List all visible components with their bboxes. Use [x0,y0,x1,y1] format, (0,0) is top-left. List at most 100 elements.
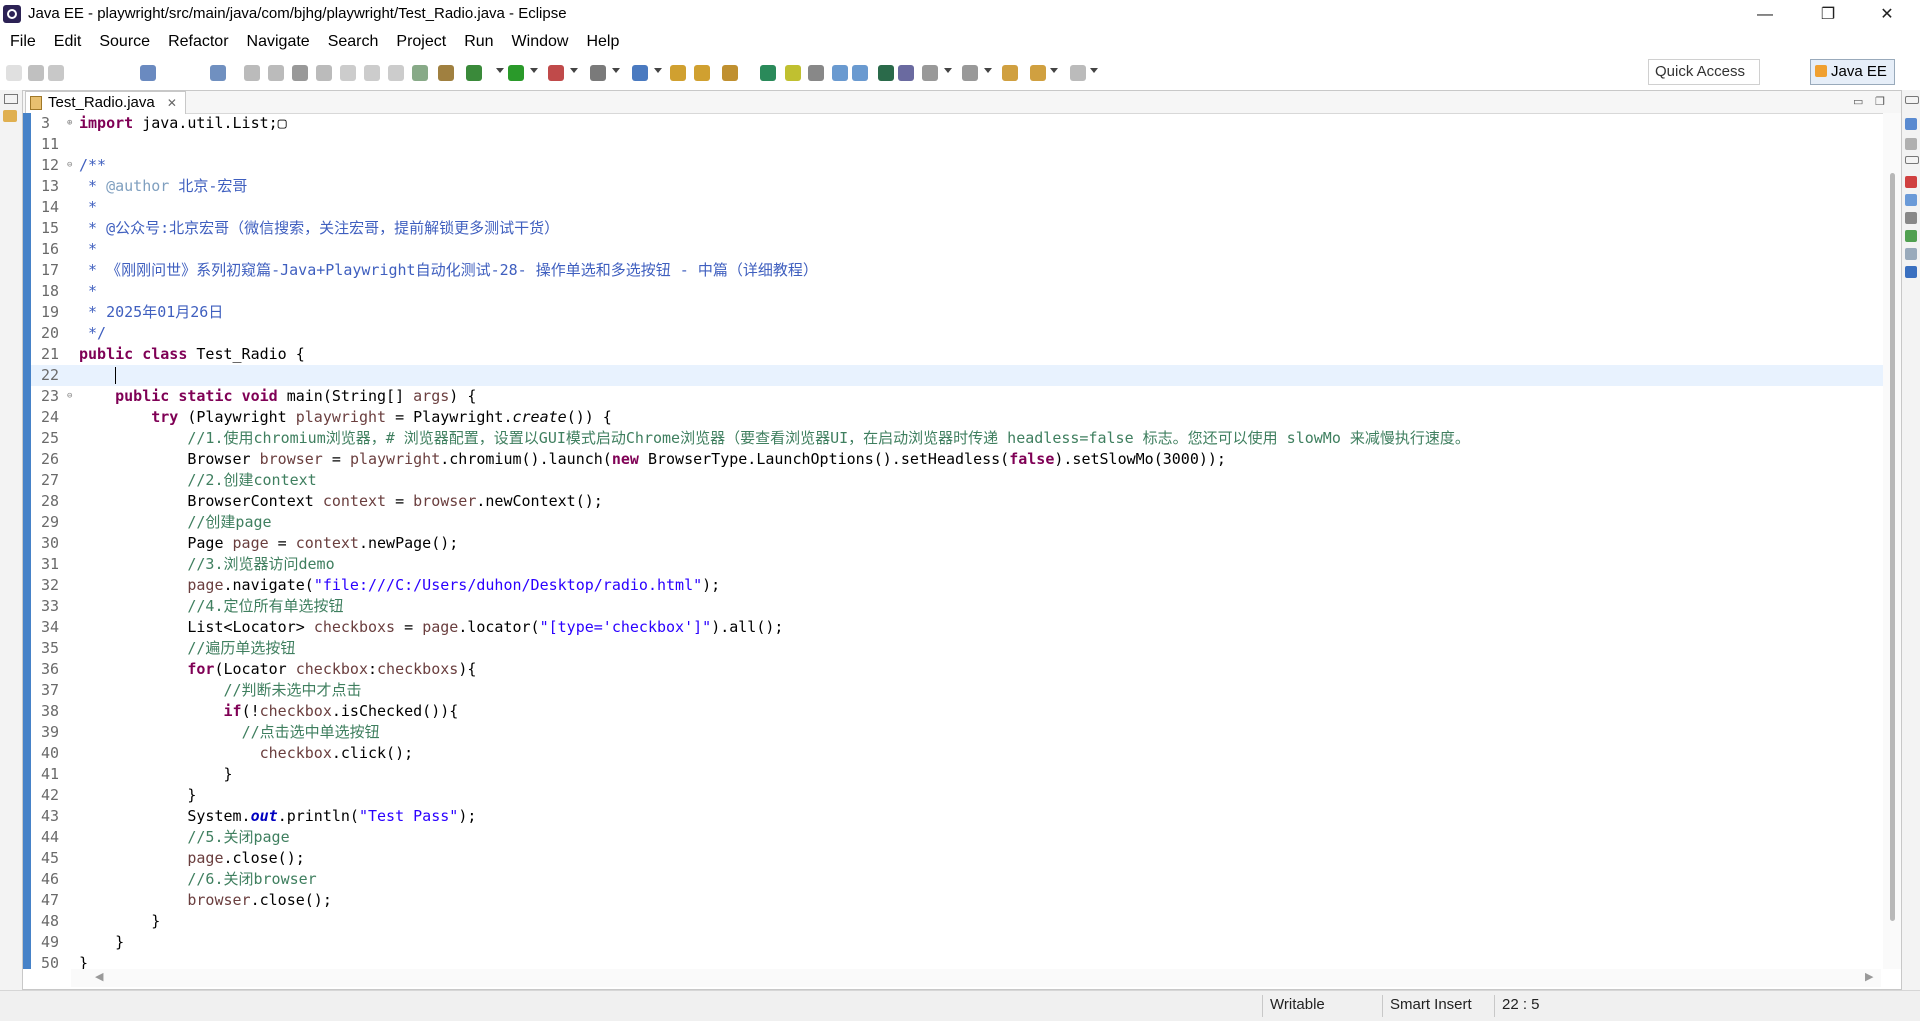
code-line[interactable]: 43 System.out.println("Test Pass"); [31,806,1883,827]
new-java-project-icon[interactable] [632,65,648,81]
fold-toggle-icon[interactable]: ⊖ [67,155,72,176]
code-line[interactable]: 17 * 《刚刚问世》系列初窥篇-Java+Playwright自动化测试-28… [31,260,1883,281]
tab-close-icon[interactable]: ✕ [167,96,177,110]
menu-search[interactable]: Search [318,33,387,51]
menu-window[interactable]: Window [502,33,577,51]
menu-help[interactable]: Help [576,33,627,51]
data-source-icon[interactable] [1905,230,1917,242]
code-line[interactable]: 37 //判断未选中才点击 [31,680,1883,701]
code-line[interactable]: 15 * @公众号:北京宏哥（微信搜索，关注宏哥，提前解锁更多测试干货） [31,218,1883,239]
outline-icon[interactable] [1905,118,1917,130]
code-line[interactable]: 39 //点击选中单选按钮 [31,722,1883,743]
step-into-icon[interactable] [340,65,356,81]
resume-icon[interactable] [244,65,260,81]
vertical-scrollbar[interactable] [1883,113,1901,969]
show-whitespace-icon[interactable] [832,65,848,81]
code-line[interactable]: 34 List<Locator> checkboxs = page.locato… [31,617,1883,638]
drop-to-frame-icon[interactable] [412,65,428,81]
dropdown-arrow-icon[interactable] [530,68,538,73]
run-icon[interactable] [508,65,524,81]
code-line[interactable]: 31 //3.浏览器访问demo [31,554,1883,575]
code-line[interactable]: 47 browser.close(); [31,890,1883,911]
code-line[interactable]: 42 } [31,785,1883,806]
code-line[interactable]: 38 if(!checkbox.isChecked()){ [31,701,1883,722]
code-line[interactable]: 12 ⊖ /** [31,155,1883,176]
menu-run[interactable]: Run [454,33,501,51]
ant-icon[interactable] [438,65,454,81]
editor-tab-test-radio[interactable]: Test_Radio.java ✕ [25,91,186,114]
code-line[interactable]: 33 //4.定位所有单选按钮 [31,596,1883,617]
code-line[interactable]: 22 [31,365,1883,386]
package-explorer-icon[interactable] [3,110,17,122]
new-package-icon[interactable] [670,65,686,81]
menu-file[interactable]: File [0,33,44,51]
scroll-left-icon[interactable]: ◀ [95,970,103,983]
disconnect-icon[interactable] [316,65,332,81]
search-icon[interactable] [760,65,776,81]
code-line[interactable]: 36 for(Locator checkbox:checkboxs){ [31,659,1883,680]
scroll-thumb[interactable] [1890,173,1895,921]
terminate-icon[interactable] [292,65,308,81]
mark-occurrences-icon[interactable] [785,65,801,81]
fold-toggle-icon[interactable]: ⊕ [67,113,72,134]
restore-view-icon[interactable] [1905,96,1919,104]
external-tools-icon[interactable] [590,65,606,81]
minimize-button[interactable]: — [1742,0,1788,29]
new-icon[interactable] [6,65,22,81]
open-console-icon[interactable] [140,65,156,81]
restore-view-icon[interactable] [4,94,18,104]
code-line[interactable]: 20 */ [31,323,1883,344]
restore-button[interactable]: ❐ [1805,0,1851,29]
code-view[interactable]: 3 ⊕ import java.util.List;▢ 11 12 ⊖ /** 13 * @a… [23,113,1883,969]
restore-view-icon[interactable] [1905,156,1919,164]
menu-project[interactable]: Project [386,33,454,51]
code-line[interactable]: 40 checkbox.click(); [31,743,1883,764]
debug-icon[interactable] [466,65,482,81]
maximize-editor-icon[interactable]: ❐ [1875,95,1885,108]
dropdown-arrow-icon[interactable] [1050,68,1058,73]
dropdown-arrow-icon[interactable] [984,68,992,73]
back-icon[interactable] [1030,65,1046,81]
new-class-icon[interactable] [694,65,710,81]
paragraph-icon[interactable] [852,65,868,81]
last-edit-icon[interactable] [1002,65,1018,81]
suspend-icon[interactable] [268,65,284,81]
code-line[interactable]: 45 page.close(); [31,848,1883,869]
markers-icon[interactable] [1905,176,1917,188]
code-line[interactable]: 28 BrowserContext context = browser.newC… [31,491,1883,512]
code-line[interactable]: 49 } [31,932,1883,953]
menu-navigate[interactable]: Navigate [237,33,318,51]
toggle-block-icon[interactable] [808,65,824,81]
code-line[interactable]: 32 page.navigate("file:///C:/Users/duhon… [31,575,1883,596]
dropdown-arrow-icon[interactable] [1090,68,1098,73]
code-line[interactable]: 26 Browser browser = playwright.chromium… [31,449,1883,470]
dropdown-arrow-icon[interactable] [944,68,952,73]
menu-source[interactable]: Source [89,33,158,51]
perspective-java-ee-button[interactable]: Java EE [1810,59,1895,85]
code-line[interactable]: 16 * [31,239,1883,260]
globe-icon[interactable] [878,65,894,81]
code-line[interactable]: 3 ⊕ import java.util.List;▢ [31,113,1883,134]
code-line[interactable]: 14 * [31,197,1883,218]
console-icon[interactable] [1905,266,1917,278]
code-line[interactable]: 18 * [31,281,1883,302]
step-over-icon[interactable] [364,65,380,81]
properties-icon[interactable] [1905,194,1917,206]
code-line[interactable]: 11 [31,134,1883,155]
code-line[interactable]: 30 Page page = context.newPage(); [31,533,1883,554]
scroll-right-icon[interactable]: ▶ [1865,970,1873,983]
quick-access-field[interactable]: Quick Access [1648,59,1760,85]
skip-breakpoints-icon[interactable] [210,65,226,81]
step-return-icon[interactable] [388,65,404,81]
code-line[interactable]: 23 ⊖ public static void main(String[] arg… [31,386,1883,407]
code-line[interactable]: 24 try (Playwright playwright = Playwrig… [31,407,1883,428]
dropdown-arrow-icon[interactable] [612,68,620,73]
save-icon[interactable] [28,65,44,81]
coverage-icon[interactable] [548,65,564,81]
task-list-icon[interactable] [1905,138,1917,150]
forward-icon[interactable] [1070,65,1086,81]
minimize-editor-icon[interactable]: ▭ [1853,95,1863,108]
menu-edit[interactable]: Edit [44,33,90,51]
web-browser-icon[interactable] [898,65,914,81]
save-all-icon[interactable] [48,65,64,81]
